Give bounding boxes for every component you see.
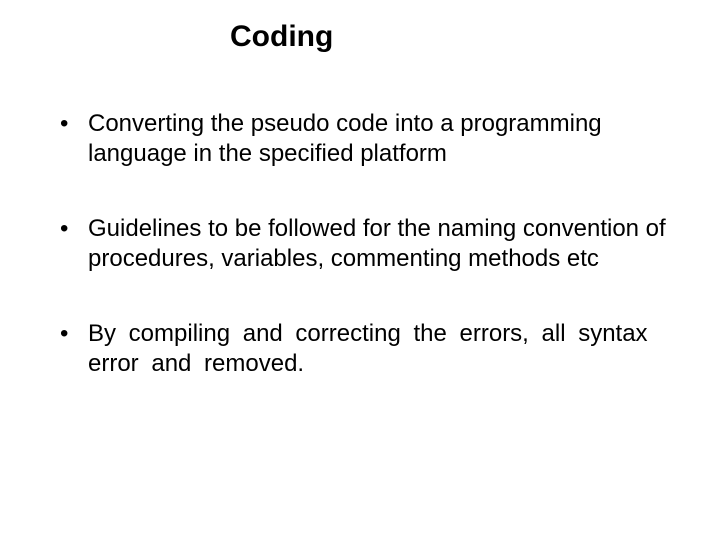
bullet-item: Converting the pseudo code into a progra… <box>60 109 680 169</box>
bullet-item: By compiling and correcting the errors, … <box>60 319 680 379</box>
bullet-item: Guidelines to be followed for the naming… <box>60 214 680 274</box>
slide-title: Coding <box>230 20 680 54</box>
bullet-list: Converting the pseudo code into a progra… <box>40 109 680 379</box>
